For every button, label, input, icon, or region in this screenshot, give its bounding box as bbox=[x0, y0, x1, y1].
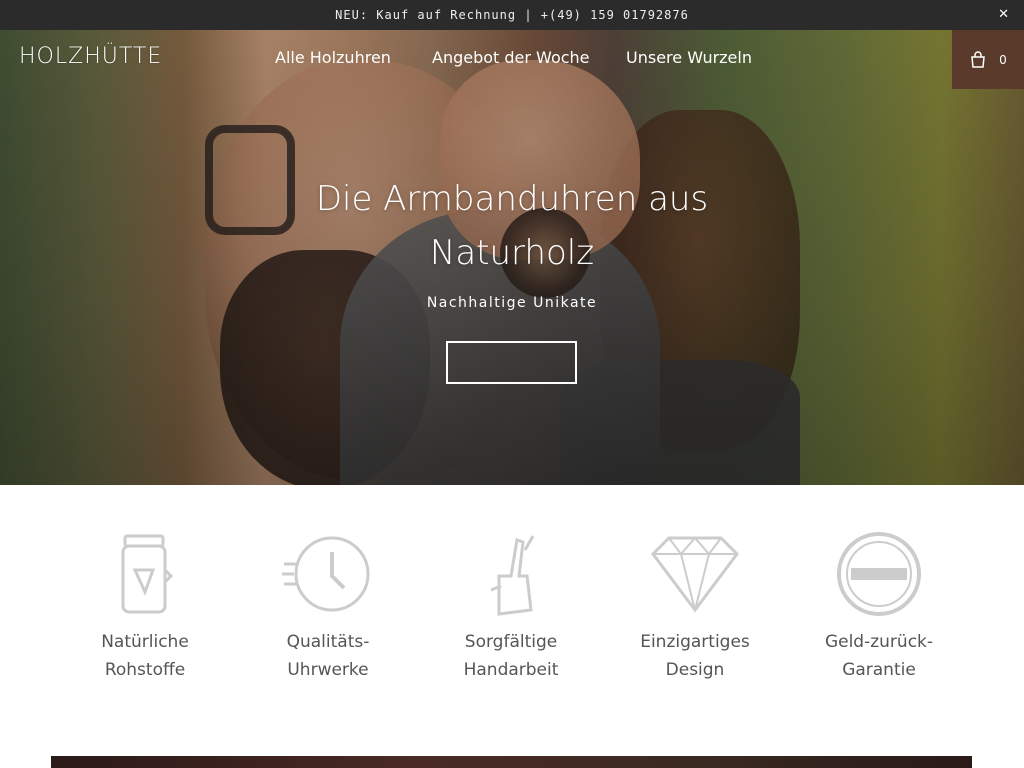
feature-label-line2: Rohstoffe bbox=[104, 660, 186, 680]
feature-money-back: Geld-zurück- Garantie bbox=[789, 530, 969, 684]
shopping-bag-icon bbox=[971, 50, 986, 68]
feature-unique-design: Einzigartiges Design bbox=[605, 530, 785, 684]
hero-subtitle: Nachhaltige Unikate bbox=[426, 295, 598, 311]
announcement-text: NEU: Kauf auf Rechnung | +(49) 159 01792… bbox=[335, 8, 689, 22]
bottom-image-banner bbox=[51, 756, 972, 768]
hero-cta-button[interactable] bbox=[446, 341, 577, 384]
feature-label-line1: Geld-zurück- bbox=[824, 632, 934, 652]
site-logo[interactable]: HOLZHÜTTE bbox=[19, 44, 162, 69]
cart-count: 0 bbox=[999, 52, 1007, 67]
feature-label-line1: Qualitäts- bbox=[286, 632, 370, 652]
feature-natural-materials: Natürliche Rohstoffe bbox=[55, 530, 235, 684]
feature-label-line2: Garantie bbox=[842, 660, 916, 680]
menu-item-angebot-der-woche[interactable]: Angebot der Woche bbox=[432, 48, 590, 67]
feature-label-line1: Natürliche bbox=[101, 632, 189, 652]
feature-quality-movements: Qualitäts- Uhrwerke bbox=[238, 530, 418, 684]
feature-label-line2: Handarbeit bbox=[463, 660, 559, 680]
hero-title: Die Armbanduhren aus Naturholz bbox=[315, 179, 709, 273]
hand-icon bbox=[490, 535, 535, 616]
close-icon[interactable]: ✕ bbox=[998, 7, 1010, 22]
menu-item-unsere-wurzeln[interactable]: Unsere Wurzeln bbox=[626, 48, 752, 67]
jar-icon bbox=[121, 534, 174, 614]
menu-item-alle-holzuhren[interactable]: Alle Holzuhren bbox=[275, 48, 391, 67]
diamond-icon bbox=[651, 536, 739, 613]
feature-label-line1: Einzigartiges bbox=[640, 632, 750, 652]
feature-label-line2: Uhrwerke bbox=[287, 660, 369, 680]
clock-icon bbox=[282, 536, 370, 612]
feature-handcraft: Sorgfältige Handarbeit bbox=[421, 530, 601, 684]
feature-label-line2: Design bbox=[665, 660, 725, 680]
badge-icon bbox=[837, 532, 921, 616]
cart-button[interactable]: 0 bbox=[952, 30, 1024, 89]
feature-label-line1: Sorgfältige bbox=[464, 632, 558, 652]
announcement-bar: NEU: Kauf auf Rechnung | +(49) 159 01792… bbox=[0, 0, 1024, 30]
